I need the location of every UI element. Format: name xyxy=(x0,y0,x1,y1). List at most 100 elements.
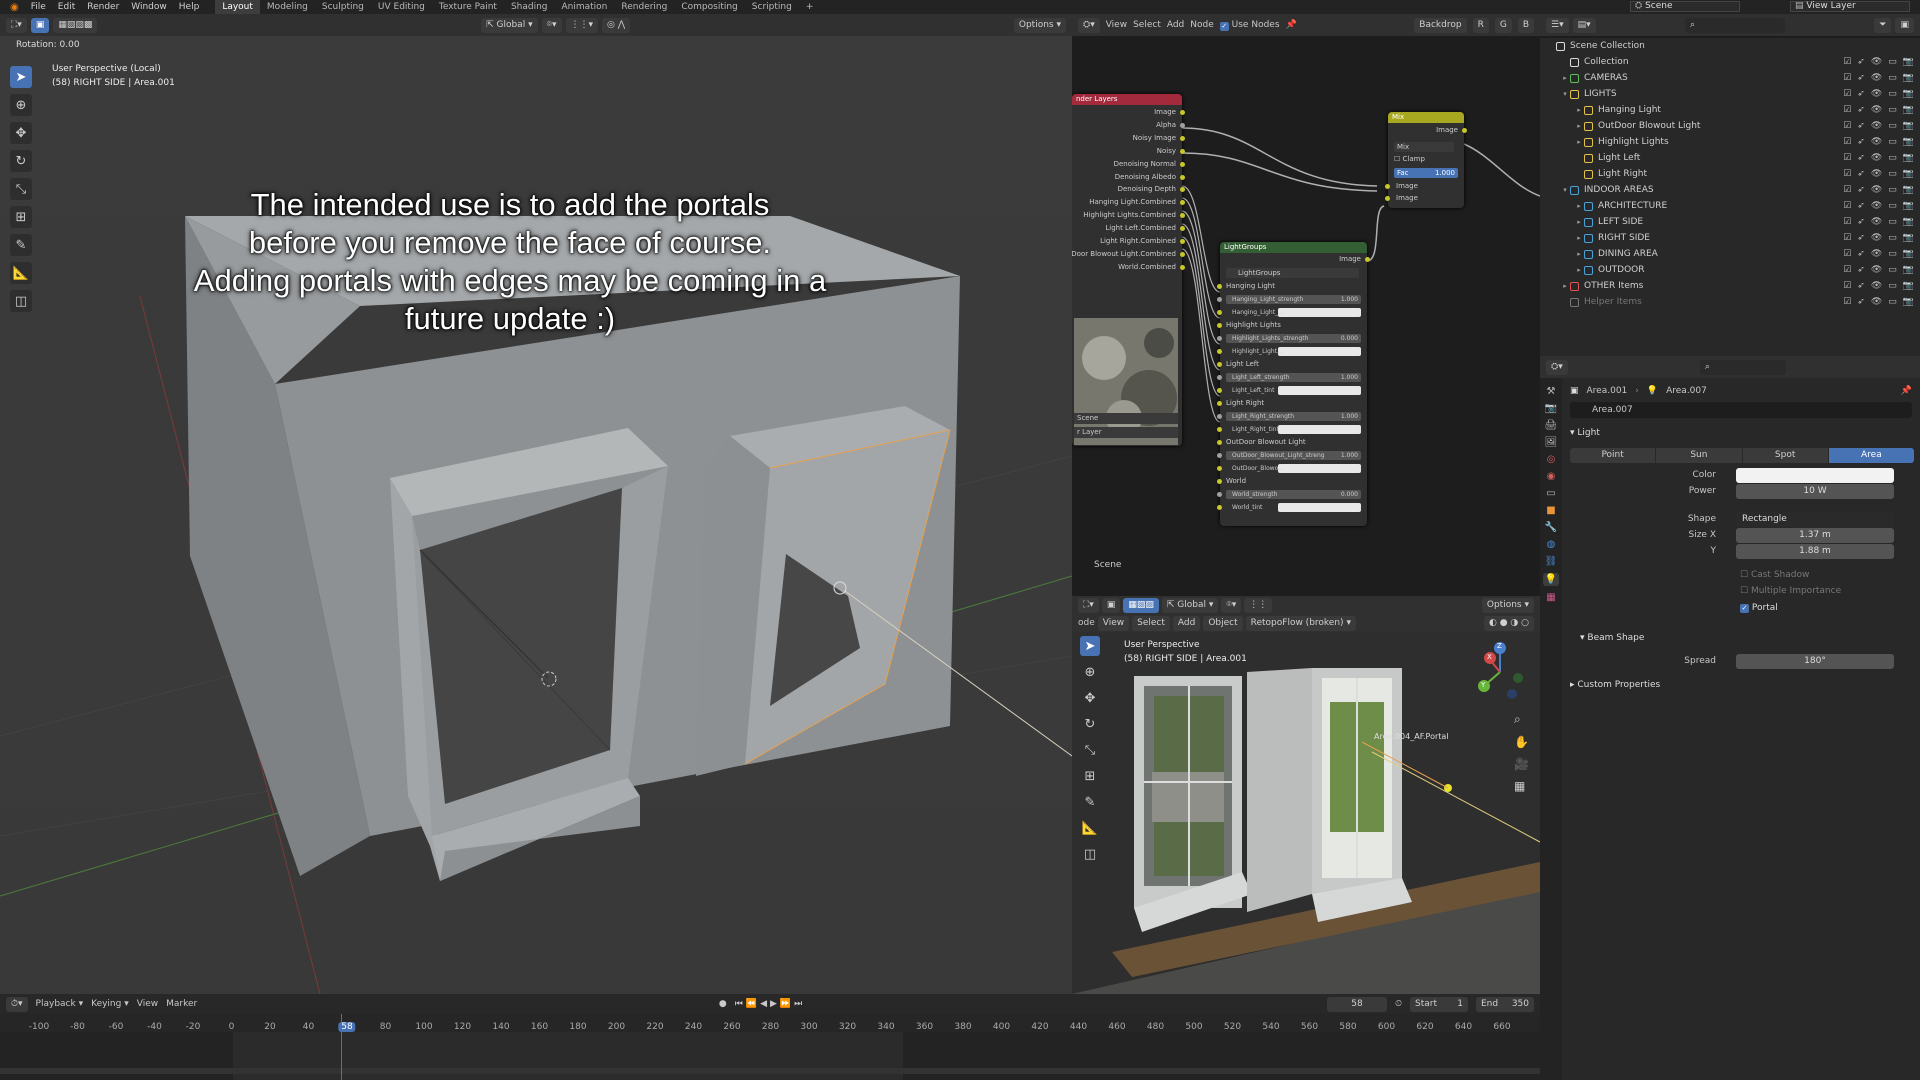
channel-b-button[interactable]: B xyxy=(1517,17,1534,33)
menu-help[interactable]: Help xyxy=(173,2,206,12)
lightgroup-input-socket[interactable] xyxy=(1217,453,1222,458)
render-layer-output-socket[interactable] xyxy=(1180,122,1185,128)
camera-render-icon[interactable]: 📷 xyxy=(1903,169,1914,179)
blender-logo-icon[interactable]: ◉ xyxy=(4,2,25,13)
new-collection-icon[interactable]: ▣ xyxy=(1895,17,1914,33)
workspace-tab-rendering[interactable]: Rendering xyxy=(614,0,674,14)
render-monitor-icon[interactable]: ▭ xyxy=(1888,185,1897,195)
expand-arrow-icon[interactable]: ▸ xyxy=(1574,266,1584,274)
eye-icon[interactable]: 👁 xyxy=(1871,217,1882,227)
selectable-arrow-icon[interactable]: ➶ xyxy=(1857,201,1865,211)
small-annotate-tool-icon[interactable]: ✎ xyxy=(1080,792,1100,812)
zoom-icon[interactable]: ⌕ xyxy=(1514,712,1529,727)
lightgroup-input-row[interactable]: Highlight_Light... xyxy=(1217,345,1367,358)
visibility-toggles[interactable]: ☑ ➶ 👁 ▭ 📷 xyxy=(1843,57,1914,67)
lightgroup-input-row[interactable]: OutDoor_Blowout_Light_streng 1.000 xyxy=(1217,449,1367,462)
lightgroup-tint-swatch[interactable] xyxy=(1278,464,1361,473)
eye-icon[interactable]: 👁 xyxy=(1871,89,1882,99)
lightgroup-input-socket[interactable] xyxy=(1217,414,1222,419)
eye-icon[interactable]: 👁 xyxy=(1871,153,1882,163)
expand-arrow-icon[interactable]: ▾ xyxy=(1560,90,1570,98)
exclude-checkbox-icon[interactable]: ☑ xyxy=(1843,185,1851,195)
mix-fac-slider[interactable]: Fac 1.000 xyxy=(1394,168,1458,178)
small-editor-type-icon[interactable]: ⛶▾ xyxy=(1078,597,1099,613)
measure-tool-icon[interactable]: 📐 xyxy=(10,262,32,284)
lightgroup-input-row[interactable]: Hanging_Light_strength 1.000 xyxy=(1217,293,1367,306)
outliner-row[interactable]: Light Right ☑ ➶ 👁 ▭ 📷 xyxy=(1540,166,1920,182)
render-monitor-icon[interactable]: ▭ xyxy=(1888,265,1897,275)
camera-render-icon[interactable]: 📷 xyxy=(1903,281,1914,291)
record-button-icon[interactable]: ● xyxy=(719,999,727,1009)
end-frame-field[interactable]: End 350 xyxy=(1476,996,1534,1012)
small-select-tool-icon[interactable]: ➤ xyxy=(1080,636,1100,656)
custom-properties-section-header[interactable]: ▸ Custom Properties xyxy=(1570,680,1660,690)
snap-icon[interactable]: ⋮⋮▾ xyxy=(565,17,599,33)
selectable-arrow-icon[interactable]: ➶ xyxy=(1857,265,1865,275)
outliner-row[interactable]: ▸ OUTDOOR ☑ ➶ 👁 ▭ 📷 xyxy=(1540,262,1920,278)
lightgroup-input-socket[interactable] xyxy=(1217,388,1222,393)
exclude-checkbox-icon[interactable]: ☑ xyxy=(1843,233,1851,243)
lightgroup-input-socket[interactable] xyxy=(1217,505,1222,510)
workspace-tab-texture-paint[interactable]: Texture Paint xyxy=(432,0,504,14)
eye-icon[interactable]: 👁 xyxy=(1871,57,1882,67)
select-box-icon[interactable]: ▣ xyxy=(30,17,50,33)
lightgroup-input-socket[interactable] xyxy=(1217,362,1222,367)
render-monitor-icon[interactable]: ▭ xyxy=(1888,169,1897,179)
cursor-tool-icon[interactable]: ⊕ xyxy=(10,94,32,116)
size-y-field[interactable]: 1.88 m xyxy=(1736,543,1894,559)
small-snap-icon[interactable]: ⋮⋮ xyxy=(1244,597,1273,613)
lightgroup-input-row[interactable]: Light_Left_tint xyxy=(1217,384,1367,397)
visibility-toggles[interactable]: ☑ ➶ 👁 ▭ 📷 xyxy=(1843,105,1914,115)
lightgroups-node[interactable]: LightGroups Image LightGroups Hanging Li… xyxy=(1217,242,1370,526)
render-monitor-icon[interactable]: ▭ xyxy=(1888,57,1897,67)
pin-icon[interactable]: 📌 xyxy=(1286,20,1297,30)
outliner-row[interactable]: ▸ ARCHITECTURE ☑ ➶ 👁 ▭ 📷 xyxy=(1540,198,1920,214)
mix-node[interactable]: Mix Image Mix ☐ Clamp Fac 1.000 Image Ima… xyxy=(1385,112,1467,208)
properties-editor-type-icon[interactable]: ⛭▾ xyxy=(1546,359,1568,375)
workspace-tab-uv-editing[interactable]: UV Editing xyxy=(371,0,432,14)
exclude-checkbox-icon[interactable]: ☑ xyxy=(1843,121,1851,131)
workspace-tab-animation[interactable]: Animation xyxy=(555,0,615,14)
small-rotate-tool-icon[interactable]: ↻ xyxy=(1080,714,1100,734)
small-selection-mode-icons[interactable]: ▦▧▨ xyxy=(1123,597,1159,613)
lightgroup-input-row[interactable]: Light_Left_strength 1.000 xyxy=(1217,371,1367,384)
move-tool-icon[interactable]: ✥ xyxy=(10,122,32,144)
visibility-toggles[interactable]: ☑ ➶ 👁 ▭ 📷 xyxy=(1843,281,1914,291)
modifier-tab-icon[interactable]: 🔧 xyxy=(1545,522,1557,533)
camera-view-icon[interactable]: 🎥 xyxy=(1514,757,1529,771)
selectable-arrow-icon[interactable]: ➶ xyxy=(1857,169,1865,179)
rendered-viewport[interactable]: User Perspective (58) RIGHT SIDE | Area.… xyxy=(1072,632,1540,994)
outliner-row[interactable]: ▸ RIGHT SIDE ☑ ➶ 👁 ▭ 📷 xyxy=(1540,230,1920,246)
visibility-toggles[interactable]: ☑ ➶ 👁 ▭ 📷 xyxy=(1843,201,1914,211)
render-layer-output-socket[interactable] xyxy=(1180,135,1185,141)
use-nodes-checkbox[interactable]: ✓ Use Nodes xyxy=(1219,20,1280,31)
exclude-checkbox-icon[interactable]: ☑ xyxy=(1843,105,1851,115)
eye-icon[interactable]: 👁 xyxy=(1871,265,1882,275)
small-move-tool-icon[interactable]: ✥ xyxy=(1080,688,1100,708)
outliner-row[interactable]: Helper Items ☑ ➶ 👁 ▭ 📷 xyxy=(1540,294,1920,310)
start-frame-field[interactable]: Start 1 xyxy=(1410,996,1468,1012)
menu-window[interactable]: Window xyxy=(125,2,173,12)
lightgroup-input-row[interactable]: OutDoor_Blowo... xyxy=(1217,462,1367,475)
retopoflow-menu[interactable]: RetopoFlow (broken) ▾ xyxy=(1245,615,1356,631)
light-color-swatch[interactable] xyxy=(1736,467,1894,483)
selectable-arrow-icon[interactable]: ➶ xyxy=(1857,121,1865,131)
visibility-toggles[interactable]: ☑ ➶ 👁 ▭ 📷 xyxy=(1843,89,1914,99)
render-monitor-icon[interactable]: ▭ xyxy=(1888,105,1897,115)
small-transform-orientation[interactable]: ⇱ Global ▾ xyxy=(1161,597,1219,613)
current-frame-field[interactable]: 58 xyxy=(1326,996,1387,1012)
output-tab-icon[interactable]: 🖨 xyxy=(1545,420,1558,431)
expand-arrow-icon[interactable]: ▸ xyxy=(1560,74,1570,82)
small-pivot-icon[interactable]: ⌾▾ xyxy=(1221,597,1242,613)
light-type-point[interactable]: Point xyxy=(1570,448,1656,463)
visibility-toggles[interactable]: ☑ ➶ 👁 ▭ 📷 xyxy=(1843,265,1914,275)
constraint-tab-icon[interactable]: ⛓ xyxy=(1545,556,1558,567)
node-menu-add[interactable]: Add xyxy=(1167,20,1184,30)
eye-icon[interactable]: 👁 xyxy=(1871,137,1882,147)
outliner-row[interactable]: ▸ Highlight Lights ☑ ➶ 👁 ▭ 📷 xyxy=(1540,134,1920,150)
render-layers-layer-field[interactable]: r Layer xyxy=(1074,427,1178,438)
expand-arrow-icon[interactable]: ▸ xyxy=(1574,202,1584,210)
node-menu-node[interactable]: Node xyxy=(1190,20,1214,30)
pivot-icon[interactable]: ⌾▾ xyxy=(541,17,562,33)
light-section-header[interactable]: ▾ Light xyxy=(1570,428,1600,438)
